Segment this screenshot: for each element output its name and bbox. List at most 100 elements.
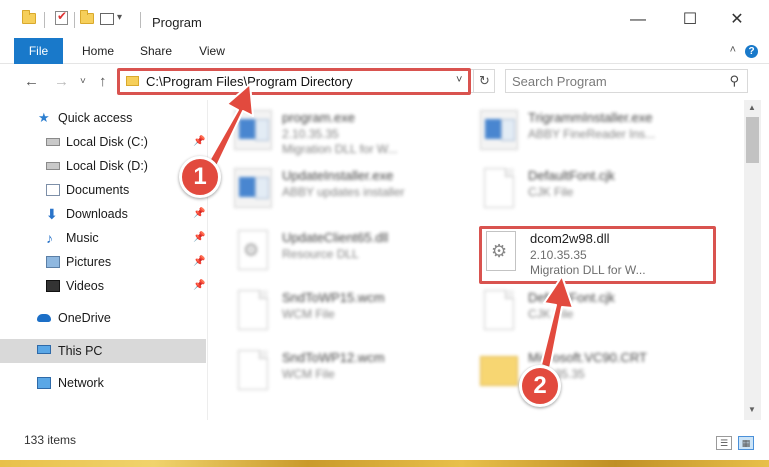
this-pc-icon [37, 345, 51, 354]
file-name: UpdateClient65.dll [282, 230, 389, 245]
help-icon[interactable]: ? [745, 45, 758, 58]
file-name: TrigrammInstaller.exe [528, 110, 653, 125]
step-2-badge: 2 [519, 365, 561, 407]
file-item[interactable]: program.exe 2.10.35.35 Migration DLL for… [234, 106, 464, 158]
tab-share[interactable]: Share [132, 38, 180, 64]
file-type: WCM File [282, 307, 335, 321]
tab-home[interactable]: Home [76, 38, 120, 64]
minimize-button[interactable]: — [623, 8, 653, 34]
file-name: program.exe [282, 110, 355, 125]
window-title: Program [152, 15, 202, 30]
file-name: DefaultFont.cjk [528, 290, 615, 305]
sidebar-item-pictures[interactable]: Pictures 📌 [0, 250, 206, 274]
up-button[interactable]: ↑ [99, 73, 107, 90]
file-type: CJK File [528, 185, 574, 199]
tab-view[interactable]: View [192, 38, 232, 64]
ribbon-tabs: File Home Share View ˄ ? [0, 38, 769, 64]
pin-icon[interactable]: 📌 [193, 250, 205, 274]
pin-icon[interactable]: 📌 [193, 226, 205, 250]
customize-toolbar-icon[interactable] [100, 13, 114, 25]
search-icon[interactable]: ⚲ [729, 73, 739, 89]
star-icon: ★ [38, 110, 50, 125]
back-button[interactable]: ← [24, 73, 39, 90]
file-item[interactable]: TrigrammInstaller.exe ABBY FineReader In… [480, 106, 710, 158]
sidebar-item-documents[interactable]: Documents [0, 178, 206, 202]
close-button[interactable]: ✕ [722, 8, 752, 34]
generic-file-icon [484, 290, 514, 330]
sidebar-item-label: Network [58, 376, 104, 390]
pictures-icon [46, 256, 60, 268]
folder-icon [22, 10, 36, 24]
generic-file-icon [238, 290, 268, 330]
sidebar-item-network[interactable]: Network [0, 371, 206, 395]
generic-file-icon [238, 350, 268, 390]
sidebar-item-label: Quick access [58, 111, 133, 125]
scroll-up-icon[interactable]: ▲ [748, 103, 756, 112]
search-input[interactable] [512, 73, 717, 90]
file-item[interactable]: UpdateInstaller.exe ABBY updates install… [234, 164, 464, 216]
sidebar-item-label: Documents [66, 183, 130, 197]
sidebar-item-music[interactable]: ♪ Music 📌 [0, 226, 206, 250]
step-1-badge: 1 [179, 156, 221, 198]
sidebar-item-label: OneDrive [58, 311, 111, 325]
file-item[interactable]: DefaultFont.cjk CJK File [480, 164, 710, 216]
sidebar-item-this-pc[interactable]: This PC [0, 339, 206, 363]
vertical-scrollbar[interactable]: ▲ ▼ [744, 100, 761, 420]
refresh-button[interactable]: ↻ [473, 70, 495, 92]
file-name: SndToWP12.wcm [282, 350, 385, 365]
sidebar-item-label: Local Disk (C:) [66, 135, 148, 149]
large-icons-view-icon[interactable]: ▦ [738, 436, 754, 450]
tab-file[interactable]: File [14, 38, 63, 64]
disk-icon [46, 162, 60, 170]
file-item[interactable]: Microsoft.VC90.CRT 2.10.35.35 [480, 346, 710, 398]
file-type: CJK File [528, 307, 574, 321]
folder-icon [480, 356, 518, 386]
scroll-down-icon[interactable]: ▼ [748, 405, 756, 414]
search-box[interactable]: ⚲ [505, 69, 748, 93]
videos-icon [46, 280, 60, 292]
file-item[interactable]: DefaultFont.cjk CJK File [480, 286, 710, 338]
item-count: 133 items [24, 433, 77, 447]
recent-locations-button[interactable]: ˅ [80, 76, 86, 87]
file-name: SndToWP15.wcm [282, 290, 385, 305]
onedrive-icon [37, 314, 51, 322]
file-version: 2.10.35.35 [282, 127, 339, 141]
sidebar-item-onedrive[interactable]: OneDrive [0, 306, 206, 330]
sidebar-item-label: This PC [58, 344, 103, 358]
dll-file-icon: ⚙ [238, 230, 268, 270]
sidebar-item-label: Pictures [66, 255, 112, 269]
sidebar-item-quick-access[interactable]: ★ Quick access [0, 106, 206, 130]
file-description: ABBY FineReader Ins... [528, 127, 656, 141]
sidebar-item-local-disk-d[interactable]: Local Disk (D:) [0, 154, 206, 178]
exe-file-icon [234, 110, 272, 150]
file-type: Resource DLL [282, 247, 359, 261]
file-item[interactable]: SndToWP15.wcm WCM File [234, 286, 464, 338]
sidebar-item-downloads[interactable]: ⬇ Downloads 📌 [0, 202, 206, 226]
pin-icon[interactable]: 📌 [193, 202, 205, 226]
sidebar-item-local-disk-c[interactable]: Local Disk (C:) 📌 [0, 130, 206, 154]
maximize-button[interactable]: ☐ [675, 8, 705, 34]
collapse-ribbon-icon[interactable]: ˄ [730, 44, 736, 56]
file-type: WCM File [282, 367, 335, 381]
scrollbar-thumb[interactable] [746, 117, 759, 163]
forward-button[interactable]: → [54, 73, 69, 90]
file-item[interactable]: SndToWP12.wcm WCM File [234, 346, 464, 398]
details-view-icon[interactable]: ☰ [716, 436, 732, 450]
file-item[interactable]: ⚙ UpdateClient65.dll Resource DLL [234, 226, 464, 278]
chevron-down-icon[interactable]: ▾ [117, 12, 122, 23]
network-icon [37, 377, 51, 389]
gear-icon: ⚙ [243, 240, 260, 260]
desktop-background-strip [0, 460, 769, 467]
downloads-icon: ⬇ [46, 206, 58, 222]
pin-icon[interactable]: 📌 [193, 274, 205, 298]
sidebar-item-videos[interactable]: Videos 📌 [0, 274, 206, 298]
properties-check-icon[interactable] [55, 9, 68, 25]
file-name: Microsoft.VC90.CRT [528, 350, 647, 365]
navigation-pane: ★ Quick access Local Disk (C:) 📌 Local D… [0, 100, 208, 420]
music-icon: ♪ [46, 230, 53, 246]
toolbar-separator [74, 12, 75, 28]
file-name: UpdateInstaller.exe [282, 168, 394, 183]
address-highlight-box [117, 68, 471, 95]
new-folder-icon[interactable] [80, 10, 94, 24]
pin-icon[interactable]: 📌 [193, 130, 205, 154]
